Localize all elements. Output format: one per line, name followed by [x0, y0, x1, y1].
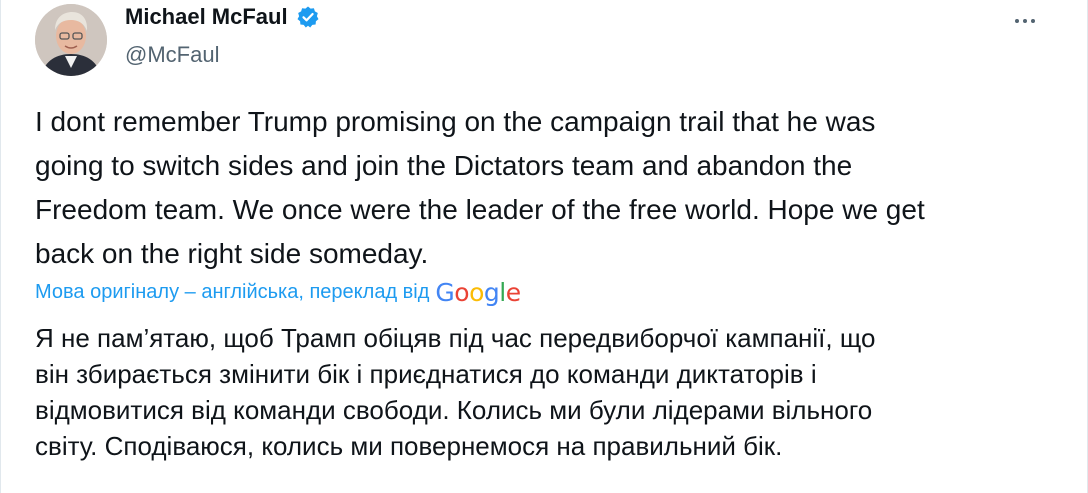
more-options-icon[interactable] [1007, 6, 1043, 36]
tweet-header: Michael McFaul @McFaul [1, 0, 1087, 80]
avatar-image [35, 4, 107, 76]
translation-attribution[interactable]: Мова оригіналу – англійська, переклад ві… [35, 278, 521, 307]
google-logo: Google [435, 278, 521, 307]
author-name-row: Michael McFaul [125, 4, 320, 30]
verified-badge-icon [296, 5, 320, 29]
translation-label[interactable]: Мова оригіналу – англійська, переклад ві… [35, 281, 429, 304]
translated-text: Я не пам’ятаю, щоб Трамп обіцяв під час … [35, 323, 876, 461]
author-handle[interactable]: @McFaul [125, 42, 219, 68]
avatar[interactable] [35, 4, 107, 76]
tweet-text: I dont remember Trump promising on the c… [35, 106, 925, 269]
author-display-name[interactable]: Michael McFaul [125, 4, 288, 30]
tweet-card: Michael McFaul @McFaul I dont remember T… [0, 0, 1088, 493]
